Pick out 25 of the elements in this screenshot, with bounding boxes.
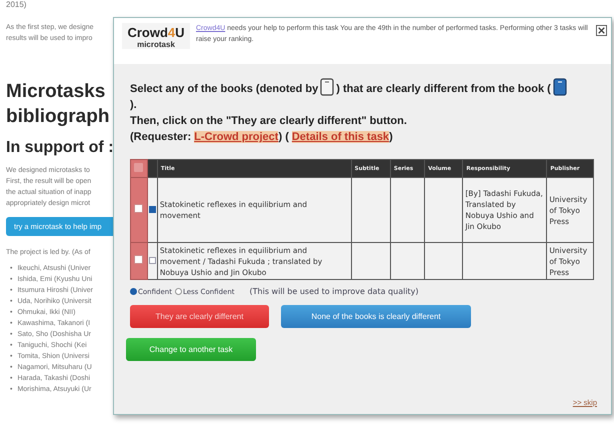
instruction-text: ) ( xyxy=(278,131,289,143)
logo: Crowd4U xyxy=(126,26,186,40)
instruction-text: ) that are clearly different from the book ( xyxy=(336,83,551,95)
blank-book-icon xyxy=(320,78,334,96)
instruction-text: Then, click on the "They are clearly different" button. xyxy=(130,115,407,127)
confidence-note: (This will be used to improve data quality) xyxy=(250,287,419,296)
action-button[interactable]: Change to another task xyxy=(126,338,256,361)
instruction-text: Select any of the books (denoted by xyxy=(130,83,318,95)
row-checkbox[interactable] xyxy=(134,255,144,264)
action-button[interactable]: They are clearly different xyxy=(130,305,269,328)
page-text: 2015) xyxy=(6,0,28,10)
close-icon[interactable] xyxy=(596,25,607,36)
row-checkbox[interactable] xyxy=(134,204,144,213)
instruction-text: ) xyxy=(389,131,393,143)
instruction-link[interactable]: L-Crowd project xyxy=(194,131,278,143)
instruction-text: ). xyxy=(130,99,137,111)
page-heading: bibliograph xyxy=(6,105,110,129)
page-heading: Microtasks xyxy=(6,80,106,104)
instruction-link[interactable]: Details of this task xyxy=(292,131,390,143)
book-icon xyxy=(552,78,567,96)
page-subheading: In support of : xyxy=(6,139,112,157)
logo-subtitle: microtask xyxy=(136,40,176,49)
select-all-checkbox[interactable] xyxy=(134,163,144,172)
instruction-text: (Requester: xyxy=(130,131,192,143)
action-button[interactable]: None of the books is clearly different xyxy=(281,305,471,328)
